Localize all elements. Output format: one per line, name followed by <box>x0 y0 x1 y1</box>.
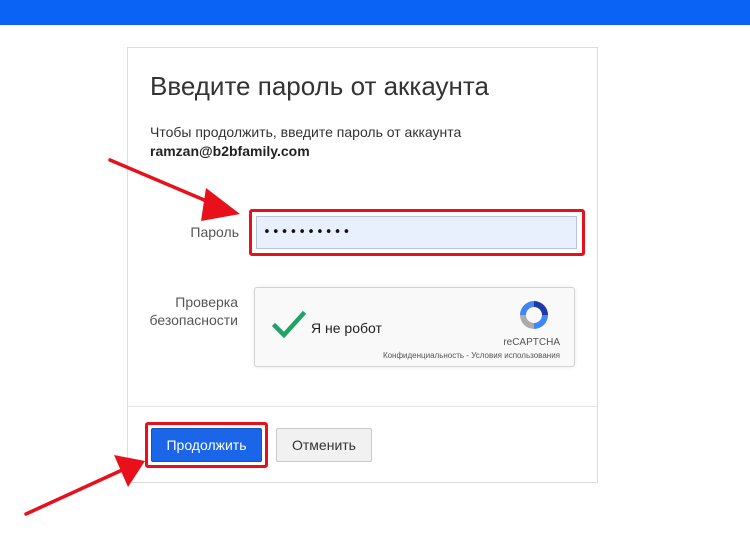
captcha-checkbox-text: Я не робот <box>311 320 382 336</box>
page-title: Введите пароль от аккаунта <box>150 71 489 101</box>
captcha-label-line1: Проверка <box>175 294 238 310</box>
captcha-label-line2: безопасности <box>149 312 238 328</box>
account-email: ramzan@b2bfamily.com <box>150 143 310 159</box>
password-label: Пароль <box>190 224 239 240</box>
top-bar <box>0 0 750 25</box>
password-highlight-frame <box>249 209 585 256</box>
submit-highlight-frame: Продолжить <box>145 422 268 468</box>
captcha-label: Проверка безопасности <box>148 293 238 329</box>
continue-button[interactable]: Продолжить <box>151 428 262 462</box>
recaptcha-links[interactable]: Конфиденциальность - Условия использован… <box>383 351 560 360</box>
check-icon[interactable] <box>272 310 306 340</box>
login-card: Введите пароль от аккаунта Чтобы продолж… <box>127 47 598 483</box>
subtitle: Чтобы продолжить, введите пароль от акка… <box>150 124 462 140</box>
recaptcha-logo-icon <box>520 301 548 329</box>
recaptcha-brand: reCAPTCHA <box>503 337 560 348</box>
recaptcha-widget: Я не робот reCAPTCHA Конфиденциальность … <box>254 287 575 367</box>
divider <box>128 406 597 407</box>
cancel-button[interactable]: Отменить <box>276 428 372 462</box>
password-input[interactable] <box>256 216 577 249</box>
